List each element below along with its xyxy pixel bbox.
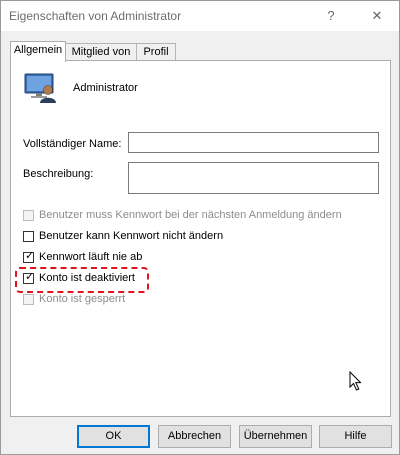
checkbox-account-locked[interactable]: Konto ist gesperrt	[23, 292, 125, 306]
checkbox-password-never-expires[interactable]: ✓ Kennwort läuft nie ab	[23, 250, 142, 264]
tab-mitglied-von[interactable]: Mitglied von	[65, 43, 137, 61]
user-monitor-icon	[24, 73, 56, 103]
tab-profil[interactable]: Profil	[136, 43, 176, 61]
checkbox-box[interactable]: ✓	[23, 249, 35, 263]
user-name: Administrator	[73, 82, 138, 94]
cancel-button[interactable]: Abbrechen	[158, 425, 231, 448]
highlight-frame	[15, 267, 149, 293]
checkbox-label: Konto ist gesperrt	[39, 293, 126, 305]
checkbox-cannot-change-password[interactable]: Benutzer kann Kennwort nicht ändern	[23, 229, 223, 243]
help-title-button[interactable]: ?	[317, 5, 345, 27]
checkbox-box[interactable]	[23, 209, 34, 221]
properties-dialog: Eigenschaften von Administrator ? ✕ Allg…	[0, 0, 400, 455]
checkbox-label: Benutzer kann Kennwort nicht ändern	[39, 230, 224, 242]
mouse-cursor-icon	[349, 371, 362, 391]
title-bar[interactable]: Eigenschaften von Administrator ? ✕	[1, 1, 399, 31]
checkbox-box[interactable]	[23, 230, 34, 242]
checkbox-label: Kennwort läuft nie ab	[39, 251, 143, 263]
checkbox-must-change-password[interactable]: Benutzer muss Kennwort bei der nächsten …	[23, 208, 342, 222]
apply-button[interactable]: Übernehmen	[239, 425, 312, 448]
help-button[interactable]: Hilfe	[319, 425, 392, 448]
description-label: Beschreibung:	[23, 168, 94, 180]
checkbox-box[interactable]	[23, 293, 34, 305]
checkmark-icon: ✓	[25, 249, 35, 262]
window-title: Eigenschaften von Administrator	[9, 9, 182, 23]
ok-button[interactable]: OK	[77, 425, 150, 448]
description-field[interactable]	[128, 162, 379, 194]
full-name-label: Vollständiger Name:	[23, 138, 122, 150]
full-name-field[interactable]	[128, 132, 379, 153]
close-button[interactable]: ✕	[363, 5, 391, 27]
tab-allgemein[interactable]: Allgemein	[10, 41, 66, 62]
checkbox-label: Benutzer muss Kennwort bei der nächsten …	[39, 209, 342, 221]
